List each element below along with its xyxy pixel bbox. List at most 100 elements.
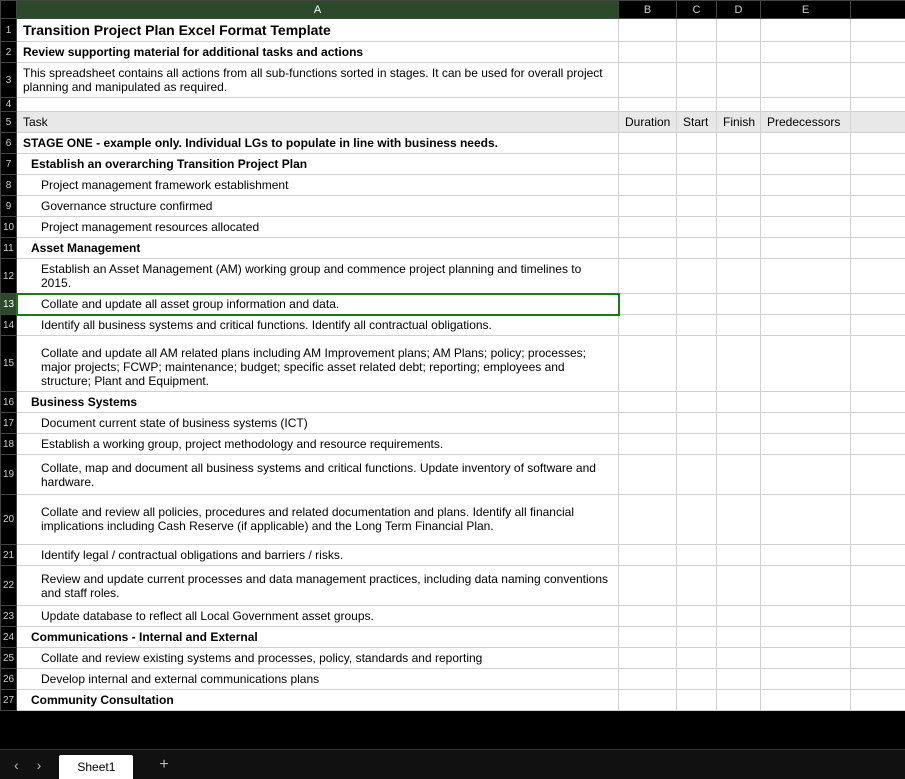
cell[interactable] (677, 648, 717, 669)
add-sheet-button[interactable]: + (151, 756, 176, 774)
cell[interactable]: Update database to reflect all Local Gov… (17, 606, 619, 627)
cell[interactable] (619, 336, 677, 392)
cell[interactable] (619, 690, 677, 711)
cell[interactable] (851, 238, 905, 259)
col-header-B[interactable]: B (619, 1, 677, 19)
cell[interactable] (851, 98, 905, 112)
row-header[interactable]: 10 (1, 217, 17, 238)
row-header[interactable]: 8 (1, 175, 17, 196)
cell[interactable] (677, 196, 717, 217)
row-header[interactable]: 17 (1, 413, 17, 434)
cell[interactable] (851, 648, 905, 669)
cell[interactable] (677, 455, 717, 495)
cell[interactable]: Collate and update all AM related plans … (17, 336, 619, 392)
row-header[interactable]: 11 (1, 238, 17, 259)
cell[interactable] (717, 217, 761, 238)
cell[interactable]: Task (17, 112, 619, 133)
cell[interactable]: Project management framework establishme… (17, 175, 619, 196)
cell[interactable]: Governance structure confirmed (17, 196, 619, 217)
cell[interactable] (717, 238, 761, 259)
cell[interactable] (761, 294, 851, 315)
row-header[interactable]: 21 (1, 545, 17, 566)
cell[interactable] (717, 413, 761, 434)
cell[interactable] (677, 315, 717, 336)
cell[interactable] (851, 455, 905, 495)
cell[interactable] (851, 133, 905, 154)
row-header[interactable]: 3 (1, 63, 17, 98)
cell[interactable] (677, 566, 717, 606)
cell[interactable] (761, 196, 851, 217)
cell[interactable] (677, 259, 717, 294)
cell[interactable] (851, 545, 905, 566)
cell[interactable] (677, 294, 717, 315)
cell[interactable] (717, 98, 761, 112)
cell[interactable]: Duration (619, 112, 677, 133)
cell[interactable]: Develop internal and external communicat… (17, 669, 619, 690)
cell[interactable]: Predecessors (761, 112, 851, 133)
row-header[interactable]: 2 (1, 42, 17, 63)
cell[interactable] (677, 495, 717, 545)
cell[interactable]: Identify all business systems and critic… (17, 315, 619, 336)
cell[interactable] (717, 566, 761, 606)
cell[interactable] (761, 154, 851, 175)
cell[interactable] (851, 294, 905, 315)
row-header[interactable]: 18 (1, 434, 17, 455)
row-header[interactable]: 5 (1, 112, 17, 133)
cell[interactable]: Communications - Internal and External (17, 627, 619, 648)
row-header[interactable]: 16 (1, 392, 17, 413)
cell[interactable] (851, 315, 905, 336)
cell[interactable]: Start (677, 112, 717, 133)
cell[interactable]: Transition Project Plan Excel Format Tem… (17, 19, 619, 42)
next-sheet-button[interactable]: › (37, 757, 42, 773)
cell[interactable]: Community Consultation (17, 690, 619, 711)
cell[interactable]: Establish a working group, project metho… (17, 434, 619, 455)
cell[interactable] (851, 175, 905, 196)
cell[interactable] (677, 238, 717, 259)
row-header[interactable]: 13 (1, 294, 17, 315)
col-header-blank[interactable] (851, 1, 905, 19)
cell[interactable] (761, 238, 851, 259)
cell[interactable] (677, 217, 717, 238)
cell[interactable] (851, 606, 905, 627)
cell[interactable] (717, 392, 761, 413)
cell[interactable] (677, 175, 717, 196)
cell[interactable] (761, 495, 851, 545)
cell[interactable] (717, 495, 761, 545)
cell[interactable]: Collate and update all asset group infor… (17, 294, 619, 315)
cell[interactable] (619, 606, 677, 627)
row-header[interactable]: 19 (1, 455, 17, 495)
cell[interactable] (717, 545, 761, 566)
cell[interactable] (717, 294, 761, 315)
cell[interactable] (851, 19, 905, 42)
col-header-C[interactable]: C (677, 1, 717, 19)
row-header[interactable]: 27 (1, 690, 17, 711)
row-header[interactable]: 4 (1, 98, 17, 112)
cell[interactable] (17, 98, 619, 112)
cell[interactable] (717, 434, 761, 455)
row-header[interactable]: 26 (1, 669, 17, 690)
cell[interactable] (619, 648, 677, 669)
cell[interactable] (619, 545, 677, 566)
cell[interactable] (677, 392, 717, 413)
row-header[interactable]: 14 (1, 315, 17, 336)
cell[interactable] (761, 413, 851, 434)
cell[interactable] (619, 154, 677, 175)
cell[interactable] (619, 294, 677, 315)
cell[interactable] (677, 669, 717, 690)
cell[interactable] (717, 648, 761, 669)
row-header[interactable]: 6 (1, 133, 17, 154)
cell[interactable] (851, 196, 905, 217)
cell[interactable] (851, 627, 905, 648)
cell[interactable] (717, 336, 761, 392)
cell[interactable] (619, 217, 677, 238)
cell[interactable] (761, 63, 851, 98)
cell[interactable]: STAGE ONE - example only. Individual LGs… (17, 133, 619, 154)
cell[interactable] (619, 434, 677, 455)
grid-area[interactable]: A B C D E 1Transition Project Plan Excel… (0, 0, 905, 749)
cell[interactable] (619, 63, 677, 98)
cell[interactable] (677, 606, 717, 627)
cell[interactable] (761, 648, 851, 669)
cell[interactable] (761, 175, 851, 196)
cell[interactable]: Document current state of business syste… (17, 413, 619, 434)
cell[interactable] (677, 133, 717, 154)
